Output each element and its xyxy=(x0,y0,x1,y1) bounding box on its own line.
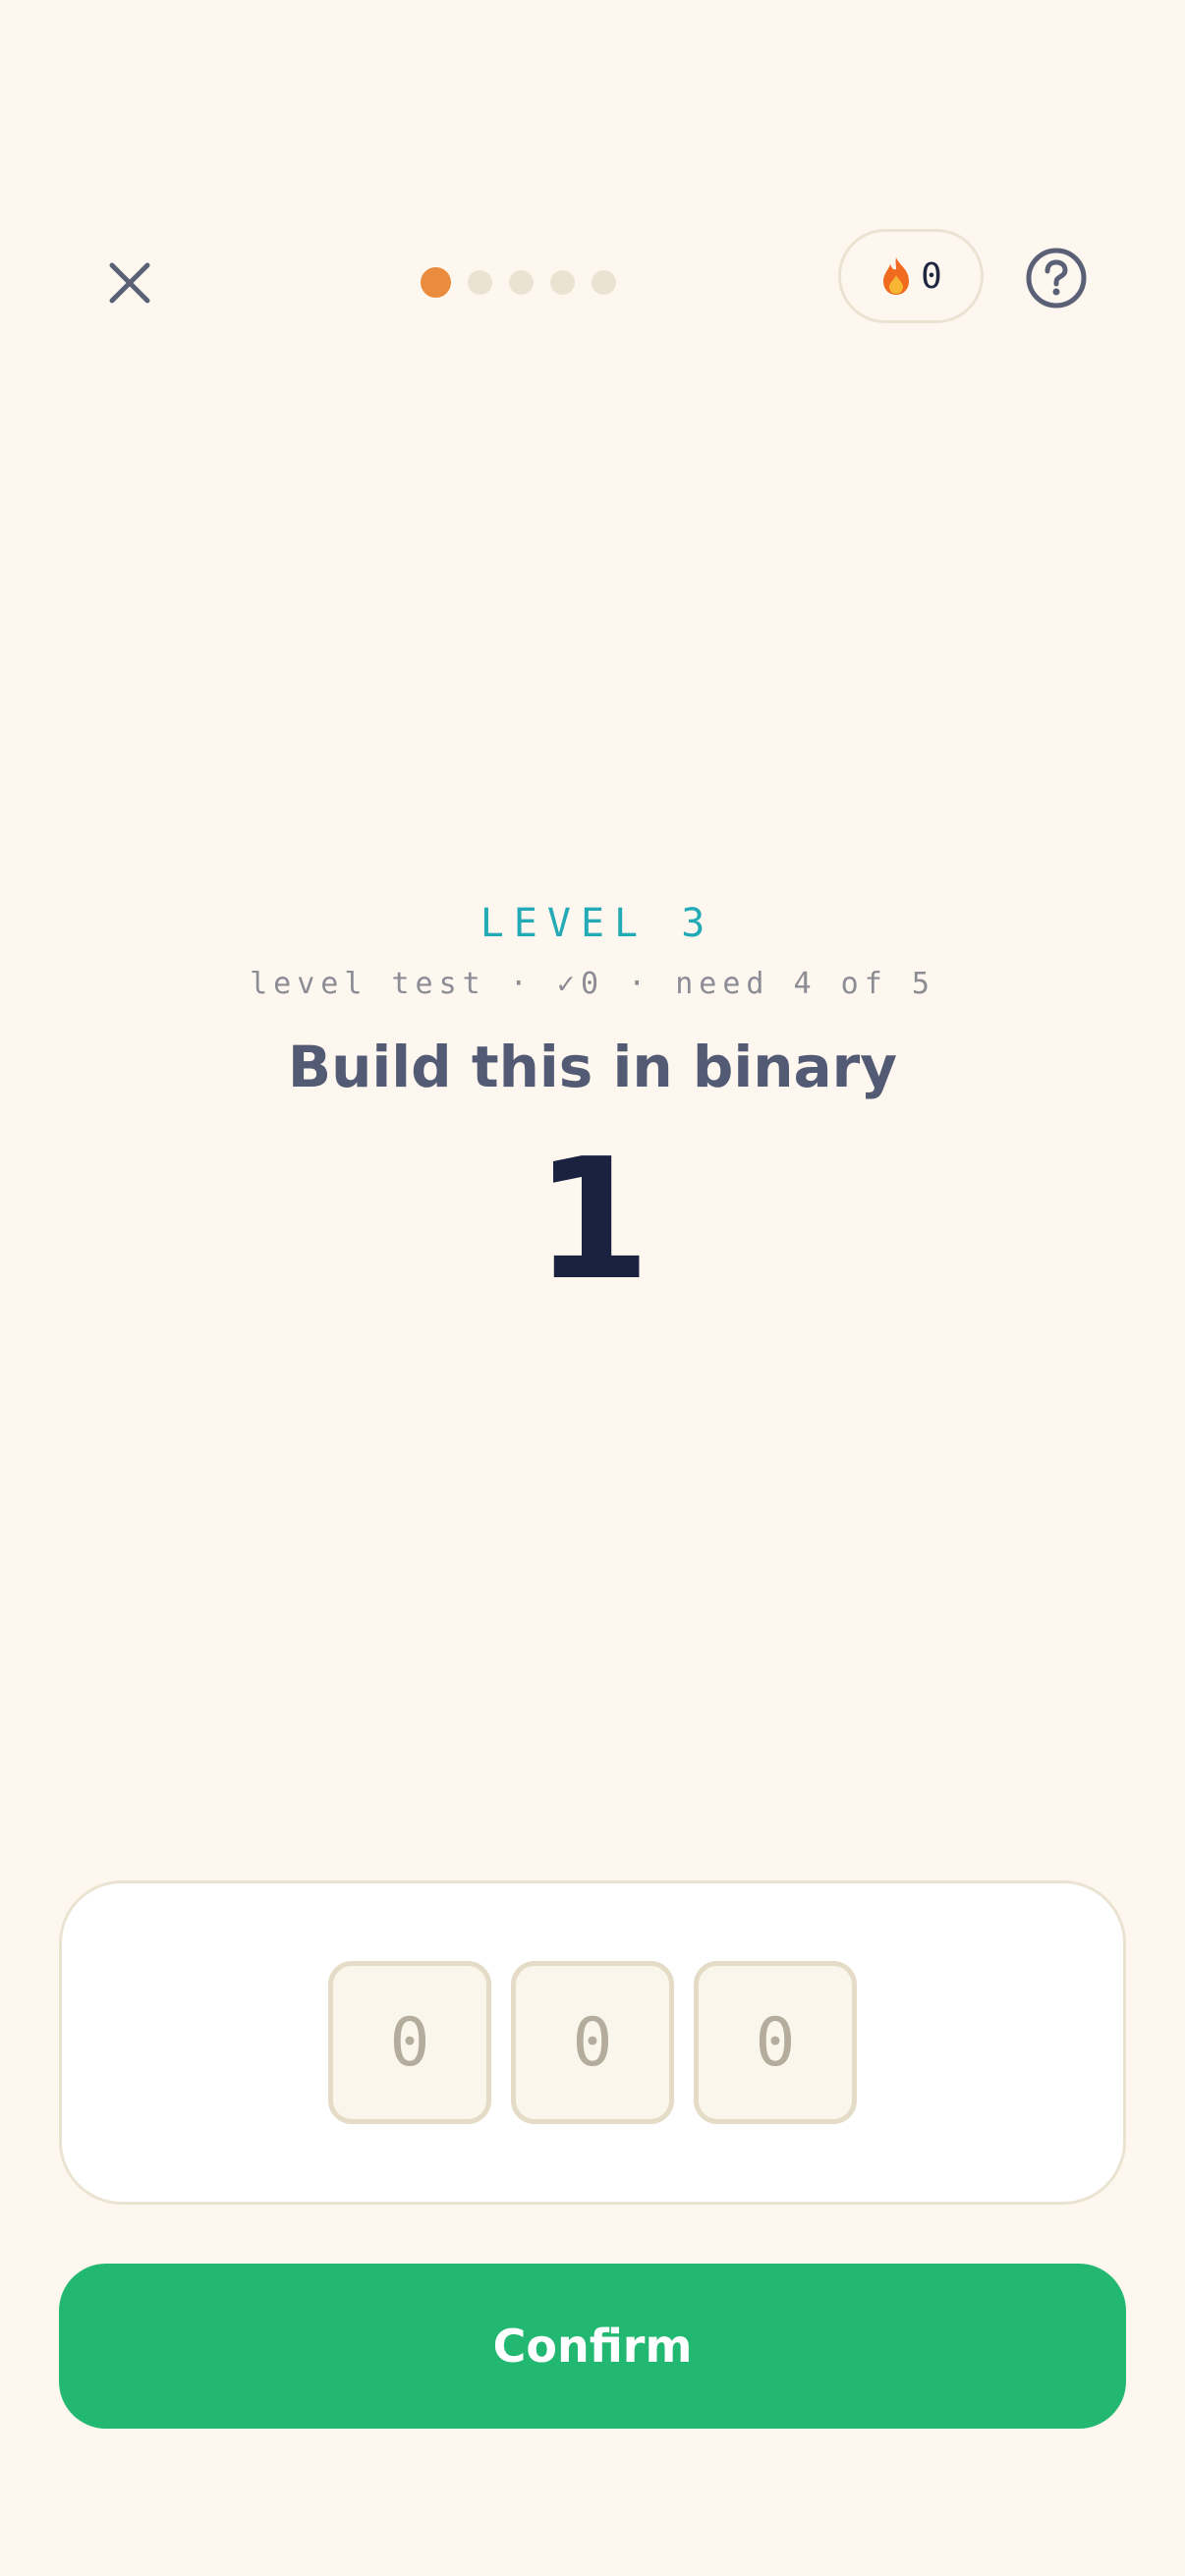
confirm-button[interactable]: Confirm xyxy=(59,2264,1126,2429)
streak-count: 0 xyxy=(921,255,942,297)
help-circle-icon xyxy=(1026,248,1087,308)
prompt-area: LEVEL 3 level test · ✓0 · need 4 of 5 Bu… xyxy=(0,894,1185,1309)
help-button[interactable] xyxy=(1022,244,1091,312)
level-label: LEVEL 3 xyxy=(480,901,715,946)
progress-dot-1 xyxy=(421,266,451,298)
streak-badge[interactable]: 0 xyxy=(838,229,984,323)
target-number: 1 xyxy=(534,1123,651,1317)
close-icon xyxy=(109,262,150,304)
progress-dot-5 xyxy=(592,269,616,295)
level-test-meta: level test · ✓0 · need 4 of 5 xyxy=(250,967,935,1001)
progress-dots xyxy=(421,266,616,298)
progress-dot-4 xyxy=(550,269,575,295)
bit-toggle-1[interactable]: 0 xyxy=(328,1961,491,2124)
binary-input-card: 0 0 0 xyxy=(59,1880,1126,2205)
task-title: Build this in binary xyxy=(287,1034,898,1100)
top-bar: 0 xyxy=(0,226,1185,328)
progress-dot-2 xyxy=(468,269,492,295)
progress-dot-3 xyxy=(509,269,534,295)
close-button[interactable] xyxy=(90,244,169,322)
bit-toggle-3[interactable]: 0 xyxy=(694,1961,857,2124)
bit-toggle-2[interactable]: 0 xyxy=(511,1961,674,2124)
fire-icon xyxy=(883,257,910,295)
